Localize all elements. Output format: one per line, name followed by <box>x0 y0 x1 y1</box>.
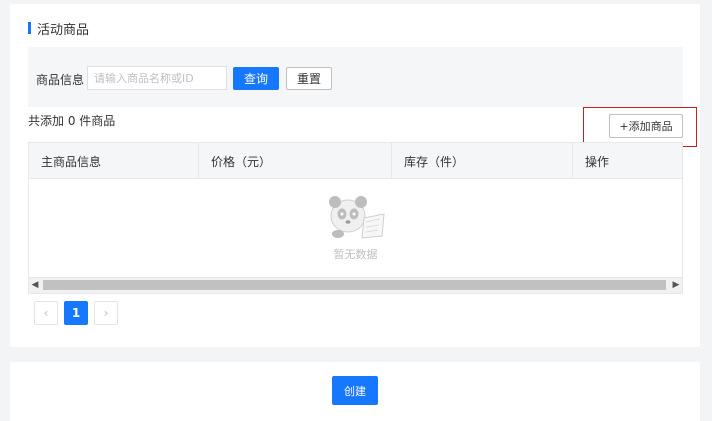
product-info-label: 商品信息 <box>36 73 85 87</box>
footer-card: 创建 <box>10 362 700 421</box>
section-title: 活动商品 <box>28 20 90 38</box>
reset-button[interactable]: 重置 <box>286 67 332 90</box>
empty-text: 暂无数据 <box>333 248 378 261</box>
title-accent-bar <box>28 22 31 34</box>
scroll-right-arrow-icon[interactable]: ▶ <box>670 279 682 292</box>
add-product-button[interactable]: +添加商品 <box>609 114 683 138</box>
section-title-text: 活动商品 <box>37 22 90 38</box>
products-table: 主商品信息 价格（元） 库存（件） 操作 暂无数据 ◀ ▶ <box>28 142 683 294</box>
scrollbar-thumb[interactable] <box>43 280 666 290</box>
column-header-price: 价格（元） <box>199 143 392 179</box>
empty-state: 暂无数据 <box>29 180 682 276</box>
panda-empty-icon <box>328 196 385 239</box>
create-button[interactable]: 创建 <box>332 376 378 405</box>
added-count-text: 共添加 0 件商品 <box>28 114 116 128</box>
page-1-button[interactable]: 1 <box>64 301 88 325</box>
column-header-main-product: 主商品信息 <box>29 143 199 179</box>
table-header: 主商品信息 价格（元） 库存（件） 操作 <box>29 143 682 179</box>
prev-page-button[interactable]: ‹ <box>34 301 58 325</box>
horizontal-scrollbar[interactable]: ◀ ▶ <box>29 277 682 293</box>
column-header-stock: 库存（件） <box>392 143 573 179</box>
scroll-left-arrow-icon[interactable]: ◀ <box>29 279 41 292</box>
pagination: ‹ 1 › <box>34 301 118 325</box>
product-search-input[interactable] <box>87 66 227 90</box>
next-page-button[interactable]: › <box>94 301 118 325</box>
query-button[interactable]: 查询 <box>233 67 279 90</box>
column-header-actions: 操作 <box>585 154 610 169</box>
active-products-card: 活动商品 商品信息 查询 重置 共添加 0 件商品 +添加商品 主商品信息 价格… <box>10 4 700 347</box>
filter-panel: 商品信息 查询 重置 <box>28 47 683 107</box>
